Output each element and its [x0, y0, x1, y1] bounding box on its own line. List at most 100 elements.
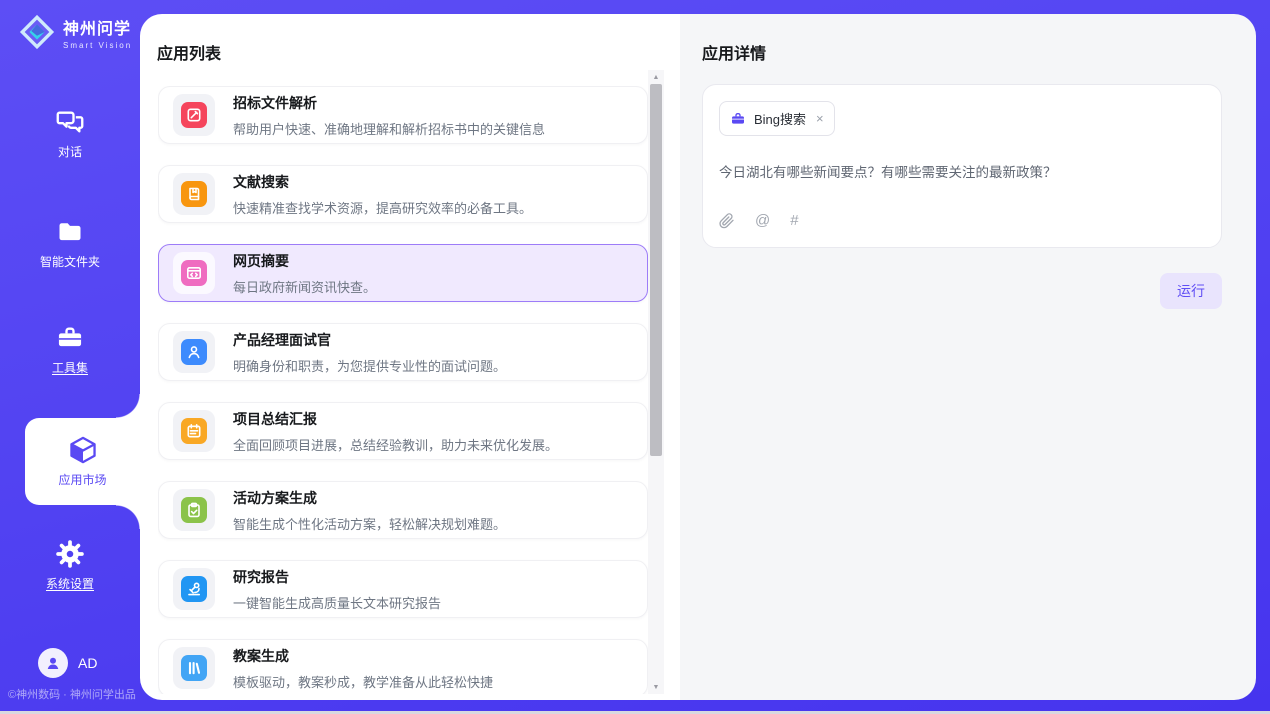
person-document-icon: [186, 344, 202, 360]
hash-icon[interactable]: #: [790, 212, 798, 229]
browser-code-icon: [181, 260, 207, 286]
person-document-icon: [181, 339, 207, 365]
folder-icon: [56, 218, 84, 246]
list-item[interactable]: 项目总结汇报 全面回顾项目进展，总结经验教训，助力未来优化发展。: [158, 402, 648, 460]
app-icon-box: [173, 647, 215, 689]
app-description: 快速精准查找学术资源，提高研究效率的必备工具。: [233, 198, 532, 217]
app-description: 全面回顾项目进展，总结经验教训，助力未来优化发展。: [233, 435, 558, 454]
app-name: 活动方案生成: [233, 488, 506, 508]
user-initials: AD: [78, 655, 97, 671]
calendar-note-icon: [186, 423, 202, 439]
scroll-up-icon[interactable]: ▲: [648, 70, 664, 84]
run-row: 运行: [702, 273, 1222, 309]
sidebar: 神州问学 Smart Vision 对话 智能文件夹 工具集 应用市场 系统设置: [0, 0, 140, 711]
pen-document-icon: [186, 107, 202, 123]
app-description: 智能生成个性化活动方案，轻松解决规划难题。: [233, 514, 506, 533]
list-item[interactable]: 活动方案生成 智能生成个性化活动方案，轻松解决规划难题。: [158, 481, 648, 539]
mention-icon[interactable]: @: [755, 212, 770, 229]
app-icon-box: [173, 568, 215, 610]
app-name: 研究报告: [233, 567, 441, 587]
list-item[interactable]: 招标文件解析 帮助用户快速、准确地理解和解析招标书中的关键信息: [158, 86, 648, 144]
app-description: 模板驱动，教案秒成，教学准备从此轻松快捷: [233, 672, 493, 691]
app-name: 产品经理面试官: [233, 330, 506, 350]
books-icon: [181, 655, 207, 681]
app-description: 一键智能生成高质量长文本研究报告: [233, 593, 441, 612]
app-description: 帮助用户快速、准确地理解和解析招标书中的关键信息: [233, 119, 545, 138]
app-name: 文献搜索: [233, 172, 532, 192]
app-texts: 文献搜索 快速精准查找学术资源，提高研究效率的必备工具。: [233, 172, 532, 217]
sidebar-item-gear[interactable]: 系统设置: [0, 540, 140, 592]
app-icon-box: [173, 410, 215, 452]
pen-document-icon: [181, 102, 207, 128]
brand-subtitle: Smart Vision: [63, 41, 132, 50]
clipboard-check-icon: [186, 502, 202, 518]
briefcase-icon: [730, 111, 746, 127]
scrollbar-thumb[interactable]: [650, 84, 662, 456]
microscope-icon: [186, 581, 202, 597]
app-description: 每日政府新闻资讯快查。: [233, 277, 376, 296]
prompt-text[interactable]: 今日湖北有哪些新闻要点？有哪些需要关注的最新政策？: [719, 161, 1205, 212]
app-icon-box: [173, 173, 215, 215]
list-item[interactable]: 教案生成 模板驱动，教案秒成，教学准备从此轻松快捷: [158, 639, 648, 694]
cube-icon: [68, 435, 98, 465]
app-name: 项目总结汇报: [233, 409, 558, 429]
brand-name: 神州问学: [63, 15, 132, 39]
app-list: 招标文件解析 帮助用户快速、准确地理解和解析招标书中的关键信息 文献搜索 快速精…: [158, 86, 648, 694]
app-texts: 产品经理面试官 明确身份和职责，为您提供专业性的面试问题。: [233, 330, 506, 375]
book-icon: [186, 186, 202, 202]
brand-logo: 神州问学 Smart Vision: [18, 13, 132, 51]
sidebar-item-label: 应用市场: [58, 471, 106, 488]
sidebar-item-toolbox[interactable]: 工具集: [0, 324, 140, 376]
app-texts: 活动方案生成 智能生成个性化活动方案，轻松解决规划难题。: [233, 488, 506, 533]
run-button[interactable]: 运行: [1160, 273, 1222, 309]
list-item[interactable]: 文献搜索 快速精准查找学术资源，提高研究效率的必备工具。: [158, 165, 648, 223]
sidebar-item-cube[interactable]: 应用市场: [25, 418, 140, 505]
scroll-down-icon[interactable]: ▼: [648, 680, 664, 694]
list-item[interactable]: 产品经理面试官 明确身份和职责，为您提供专业性的面试问题。: [158, 323, 648, 381]
app-name: 网页摘要: [233, 251, 376, 271]
tool-chip-label: Bing搜索: [754, 109, 806, 128]
tab-curve-bottom: [116, 505, 140, 529]
chip-close-icon[interactable]: ×: [816, 111, 824, 126]
calendar-note-icon: [181, 418, 207, 444]
books-icon: [186, 660, 202, 676]
app-icon-box: [173, 94, 215, 136]
sidebar-item-chat[interactable]: 对话: [0, 108, 140, 160]
app-detail-title: 应用详情: [702, 40, 1222, 64]
tool-chip[interactable]: Bing搜索 ×: [719, 101, 835, 136]
app-detail-panel: 应用详情 Bing搜索 × 今日湖北有哪些新闻要点？有哪些需要关注的最新政策？: [680, 14, 1256, 700]
main-content: 应用列表 招标文件解析 帮助用户快速、准确地理解和解析招标书中的关键信息 文献搜…: [140, 14, 1256, 700]
person-icon: [44, 654, 62, 672]
book-icon: [181, 181, 207, 207]
tab-curve-top: [116, 394, 140, 418]
microscope-icon: [181, 576, 207, 602]
clipboard-check-icon: [181, 497, 207, 523]
browser-code-icon: [186, 265, 202, 281]
list-item[interactable]: 网页摘要 每日政府新闻资讯快查。: [158, 244, 648, 302]
sidebar-item-label: 工具集: [52, 359, 88, 376]
toolbox-icon: [56, 324, 84, 352]
user-account[interactable]: AD: [38, 648, 97, 678]
avatar: [38, 648, 68, 678]
app-list-panel: 应用列表 招标文件解析 帮助用户快速、准确地理解和解析招标书中的关键信息 文献搜…: [140, 14, 680, 700]
sidebar-item-folder[interactable]: 智能文件夹: [0, 218, 140, 270]
app-texts: 招标文件解析 帮助用户快速、准确地理解和解析招标书中的关键信息: [233, 93, 545, 138]
app-list-title: 应用列表: [157, 40, 680, 64]
paperclip-icon[interactable]: [719, 213, 735, 229]
chat-icon: [56, 108, 84, 136]
app-name: 招标文件解析: [233, 93, 545, 113]
app-icon-box: [173, 331, 215, 373]
sidebar-item-label: 对话: [58, 143, 82, 160]
copyright-text: ©神州数码 · 神州问学出品: [8, 686, 140, 702]
sidebar-item-label: 智能文件夹: [40, 253, 100, 270]
app-icon-box: [173, 489, 215, 531]
scrollbar[interactable]: ▲ ▼: [648, 70, 664, 694]
prompt-toolbar: @ #: [719, 212, 1205, 231]
app-texts: 教案生成 模板驱动，教案秒成，教学准备从此轻松快捷: [233, 646, 493, 691]
gear-icon: [56, 540, 84, 568]
app-name: 教案生成: [233, 646, 493, 666]
sidebar-item-label: 系统设置: [46, 575, 94, 592]
app-description: 明确身份和职责，为您提供专业性的面试问题。: [233, 356, 506, 375]
list-item[interactable]: 研究报告 一键智能生成高质量长文本研究报告: [158, 560, 648, 618]
prompt-card: Bing搜索 × 今日湖北有哪些新闻要点？有哪些需要关注的最新政策？ @ #: [702, 84, 1222, 248]
